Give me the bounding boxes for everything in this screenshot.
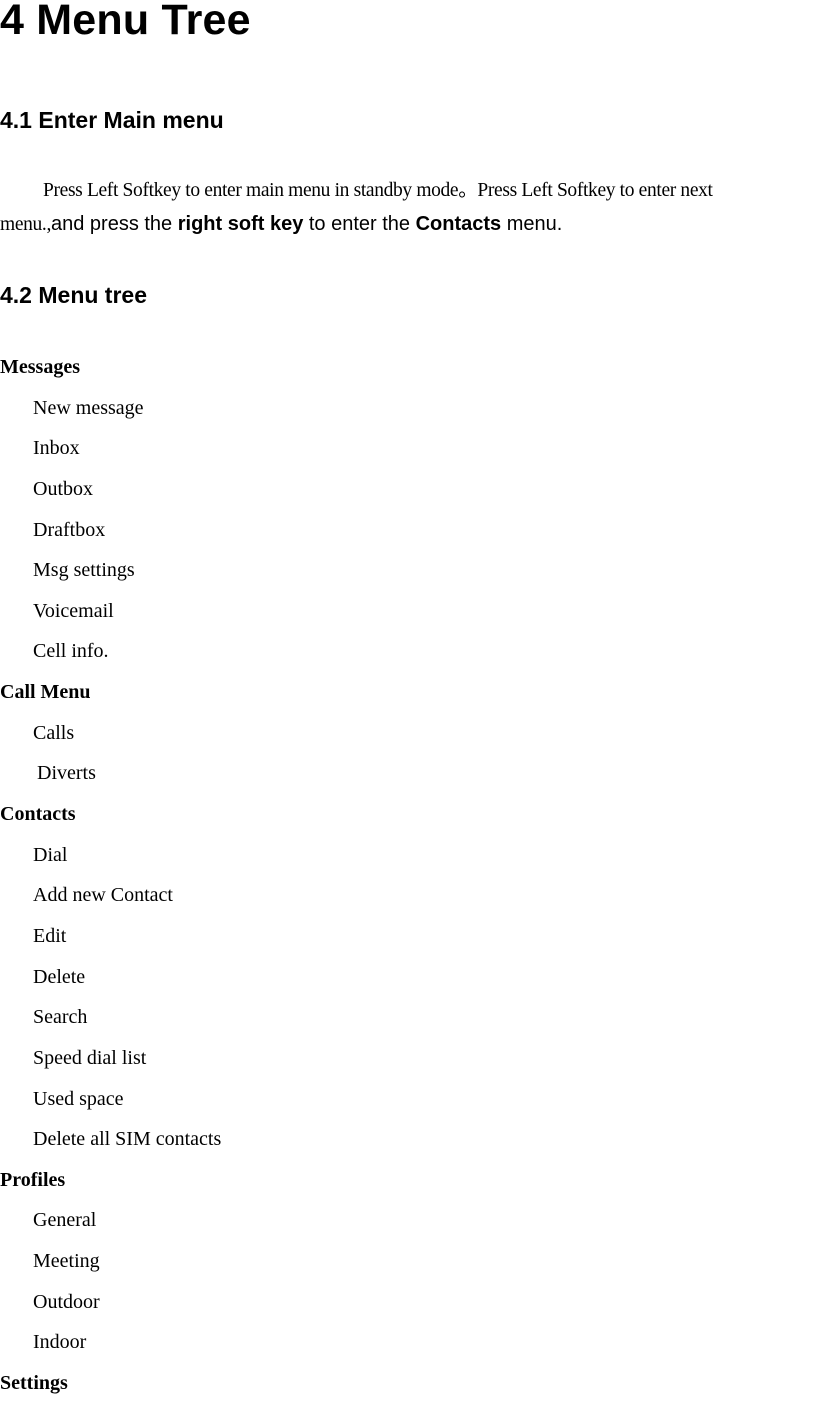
section-title-menu-tree: 4.2 Menu tree — [0, 282, 147, 308]
menu-item: New message — [33, 396, 144, 419]
menu-group-settings: Settings — [0, 1372, 68, 1395]
emphasis-contacts: Contacts — [415, 213, 502, 235]
menu-tree: Messages New message Inbox Outbox Draftb… — [0, 354, 221, 1411]
menu-item: General — [33, 1209, 97, 1232]
text-run: to enter the — [303, 213, 416, 235]
menu-item: Outbox — [33, 477, 93, 500]
menu-item: Draftbox — [33, 518, 106, 541]
text-run: menu. — [501, 213, 563, 235]
menu-item: Indoor — [33, 1331, 87, 1354]
instruction-paragraph-line-1: Press Left Softkey to enter main menu in… — [43, 180, 713, 201]
menu-item: Calls — [33, 721, 75, 744]
menu-item: Meeting — [33, 1250, 100, 1273]
menu-item: Outdoor — [33, 1290, 100, 1313]
instruction-paragraph-line-2: menu.,and press the right soft key to en… — [0, 211, 562, 238]
menu-item: Add new Contact — [33, 884, 173, 907]
menu-item: Diverts — [37, 762, 96, 785]
menu-group-call-menu: Call Menu — [0, 681, 91, 704]
section-title-enter-main-menu: 4.1 Enter Main menu — [0, 107, 224, 133]
text-run: menu., — [0, 214, 51, 235]
menu-item: Speed dial list — [33, 1046, 147, 1069]
emphasis-right-soft-key: right soft key — [177, 213, 304, 235]
menu-group-contacts: Contacts — [0, 803, 76, 826]
menu-item: Delete all SIM contacts — [33, 1128, 222, 1151]
menu-item: Voicemail — [33, 599, 114, 622]
menu-item: Used space — [33, 1087, 124, 1110]
menu-item: Delete — [33, 965, 86, 988]
text-run: and press the — [50, 213, 178, 235]
menu-group-messages: Messages — [0, 356, 80, 378]
menu-item: Search — [33, 1006, 88, 1029]
menu-item: Msg settings — [33, 559, 135, 582]
menu-item: Inbox — [33, 437, 80, 460]
menu-item: Cell info. — [33, 640, 109, 663]
menu-item: Dial — [33, 843, 68, 866]
menu-group-profiles: Profiles — [0, 1168, 66, 1191]
chapter-title: 4 Menu Tree — [0, 0, 251, 44]
menu-item: Edit — [33, 924, 67, 947]
